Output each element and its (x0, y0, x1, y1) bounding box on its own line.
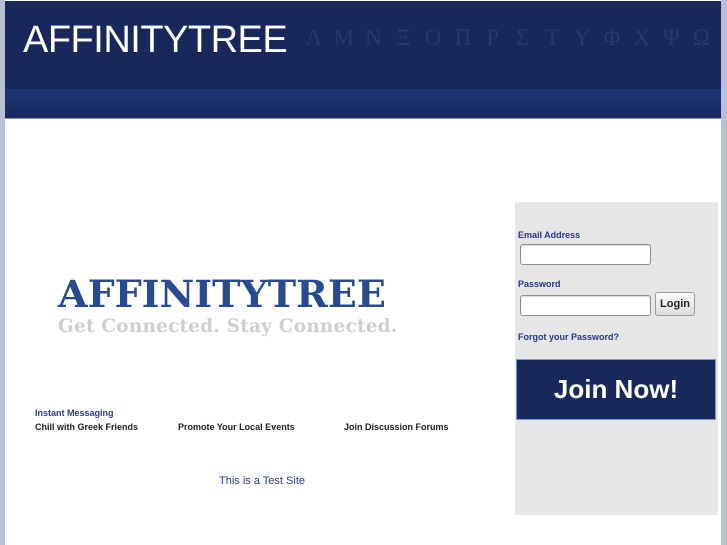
brand-logo: AFFINITYTREE Get Connected. Stay Connect… (58, 274, 397, 339)
forgot-password-link[interactable]: Forgot your Password? (518, 332, 619, 342)
email-label: Email Address (518, 230, 581, 240)
login-panel: Email Address Password Login Forgot your… (515, 202, 718, 515)
greek-letter: Π (454, 25, 472, 50)
feature-heading-instant-messaging[interactable]: Instant Messaging (35, 408, 114, 418)
greek-letter: Υ (573, 25, 591, 50)
greek-letters-decoration: ΛΜΝΞΟΠΡΣΤΥΦΧΨΩ (299, 25, 716, 51)
feature-chill-with-greek-friends: Chill with Greek Friends (35, 422, 139, 432)
password-input[interactable] (520, 295, 651, 316)
greek-letter: Ω (692, 25, 710, 50)
greek-letter: Λ (305, 25, 323, 50)
logo-wordmark: AFFINITYTREE (58, 272, 386, 316)
join-now-button[interactable]: Join Now! (516, 359, 716, 420)
email-input[interactable] (520, 244, 651, 265)
header-band (5, 89, 721, 118)
greek-letter: Ν (365, 25, 382, 50)
password-label: Password (518, 279, 561, 289)
greek-letter: Σ (515, 25, 530, 50)
greek-letter: Μ (333, 25, 354, 50)
greek-letter: Ψ (662, 25, 680, 50)
greek-letter: Ξ (395, 25, 411, 50)
page-frame-right (721, 0, 727, 545)
feature-promote-local-events: Promote Your Local Events (178, 422, 295, 432)
site-header: AFFINITYTREE ΛΜΝΞΟΠΡΣΤΥΦΧΨΩ (5, 1, 721, 119)
greek-letter: Φ (603, 25, 621, 50)
greek-letter: Ο (424, 25, 442, 50)
greek-letter: Ρ (486, 25, 500, 50)
test-site-notice: This is a Test Site (219, 475, 305, 487)
login-button[interactable]: Login (655, 292, 695, 316)
logo-tagline: Get Connected. Stay Connected. (58, 316, 398, 337)
header-title[interactable]: AFFINITYTREE (23, 19, 288, 62)
greek-letter: Τ (545, 25, 560, 50)
feature-join-discussion-forums: Join Discussion Forums (344, 422, 449, 432)
greek-letter: Χ (633, 25, 650, 50)
